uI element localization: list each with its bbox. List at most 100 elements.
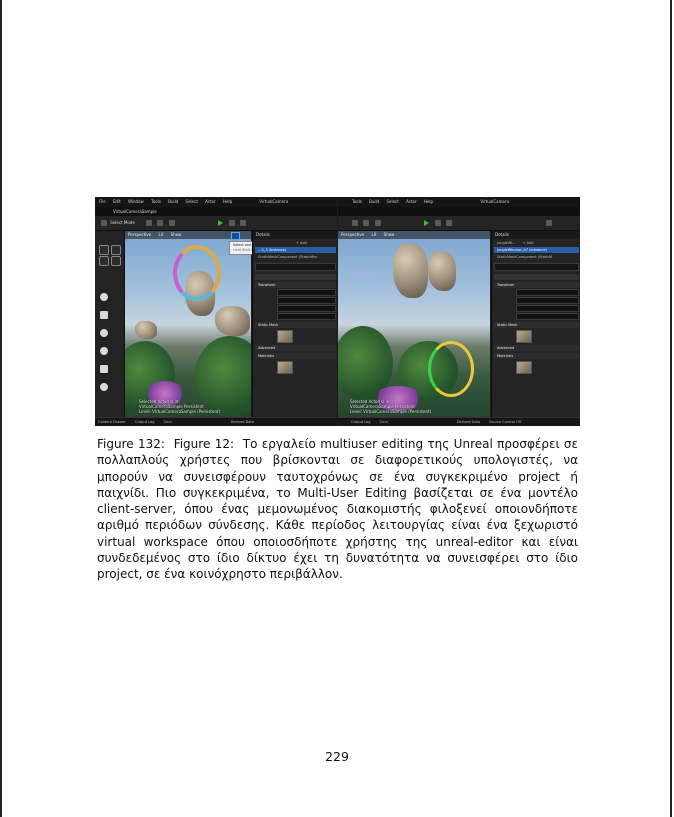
pause-icon[interactable]	[229, 220, 236, 226]
static-mesh-thumbnail[interactable]	[516, 330, 532, 343]
settings-icon[interactable]	[545, 220, 552, 226]
menu-select[interactable]: Select	[386, 199, 398, 204]
material-thumbnail[interactable]	[277, 361, 293, 374]
mobility-field[interactable]	[516, 313, 579, 320]
menu-build[interactable]: Build	[168, 199, 178, 204]
static-mesh-section[interactable]: Static Mesh	[494, 322, 579, 328]
cube-actor-icon[interactable]	[100, 311, 108, 319]
output-log-button[interactable]: Output Log	[351, 420, 371, 424]
select-mode-dropdown[interactable]: Select Mode	[110, 220, 135, 225]
details-search-input[interactable]	[494, 263, 579, 271]
snap-icon[interactable]	[146, 220, 153, 226]
details-filter-tabs[interactable]	[494, 274, 579, 280]
mode-shape-icon[interactable]	[99, 245, 109, 255]
scale-field[interactable]	[516, 305, 579, 312]
static-mesh-thumbnail[interactable]	[277, 330, 293, 343]
derived-data-button[interactable]: Derived Data	[457, 420, 480, 424]
cmd-button[interactable]: Cmd	[380, 420, 388, 424]
level-tab[interactable]	[338, 207, 580, 216]
menu-file[interactable]: File	[99, 199, 106, 204]
character-actor-icon[interactable]	[100, 329, 108, 337]
cmd-button[interactable]: Cmd	[164, 420, 172, 424]
save-icon[interactable]	[101, 220, 107, 226]
advanced-section[interactable]: Advanced	[494, 345, 579, 351]
menu-help[interactable]: Help	[223, 199, 232, 204]
add-component-button[interactable]: + Add	[293, 240, 336, 246]
stop-icon[interactable]	[446, 220, 453, 226]
menu-help[interactable]: Help	[424, 199, 433, 204]
details-title: Details	[492, 231, 580, 239]
menu-window[interactable]: Window	[128, 199, 144, 204]
perspective-button[interactable]: Perspective	[128, 232, 151, 237]
blueprint-icon[interactable]	[168, 220, 175, 226]
viewport-toolbar: Perspective Lit Show	[338, 231, 490, 239]
show-button[interactable]: Show	[384, 232, 395, 237]
translate-tool-icon[interactable]	[231, 232, 240, 240]
caption-label: Figure 132: Figure 12:	[97, 437, 243, 451]
menu-tools[interactable]: Tools	[151, 199, 161, 204]
sphere-actor-icon[interactable]	[100, 293, 108, 301]
editor-window-right: Tools Build Select Actor Help VirtualCam…	[338, 197, 580, 426]
add-content-icon[interactable]	[363, 220, 370, 226]
play-icon[interactable]	[217, 220, 223, 226]
mode-volume-icon[interactable]	[111, 256, 121, 266]
menu-select[interactable]: Select	[186, 199, 198, 204]
add-component-button[interactable]: + Add	[523, 241, 534, 245]
materials-section[interactable]: Materials	[494, 353, 579, 359]
rock-right-1	[393, 243, 428, 298]
mode-grid-icon[interactable]	[99, 256, 109, 266]
source-control-button[interactable]: Source Control Off	[489, 420, 521, 424]
mode-light-icon[interactable]	[111, 245, 121, 255]
show-button[interactable]: Show	[171, 232, 182, 237]
snap-icon[interactable]	[352, 220, 358, 226]
rotation-field[interactable]	[516, 297, 579, 304]
component-row[interactable]: StaticMeshComponent (StaticMes	[255, 254, 336, 260]
advanced-section[interactable]: Advanced	[255, 345, 336, 351]
selection-highlight[interactable]	[428, 341, 474, 397]
transform-section[interactable]: Transform	[494, 282, 579, 288]
component-row[interactable]: StaticMeshComponent (StaticM	[494, 254, 579, 260]
perspective-button[interactable]: Perspective	[341, 232, 364, 237]
output-log-button[interactable]: Output Log	[135, 420, 155, 424]
lit-button[interactable]: Lit	[371, 232, 376, 237]
scale-field[interactable]	[277, 305, 336, 312]
materials-section[interactable]: Materials	[255, 353, 336, 359]
level-tab[interactable]: VirtualCameraSample	[95, 207, 337, 216]
add-content-icon[interactable]	[157, 220, 164, 226]
light-actor-icon[interactable]	[100, 347, 108, 355]
static-mesh-section[interactable]: Static Mesh	[255, 322, 336, 328]
main-toolbar	[338, 216, 580, 231]
details-search-input[interactable]	[255, 263, 336, 271]
content-drawer-button[interactable]: Content Drawer	[98, 420, 126, 424]
menu-actor[interactable]: Actor	[205, 199, 216, 204]
mobility-field[interactable]	[277, 313, 336, 320]
rock-left-3	[135, 321, 157, 339]
details-title: Details	[253, 231, 337, 239]
menu-build[interactable]: Build	[369, 199, 379, 204]
location-field[interactable]	[277, 289, 336, 296]
menu-tools[interactable]: Tools	[352, 199, 362, 204]
transform-section[interactable]: Transform	[255, 282, 336, 288]
selected-actor-row[interactable]: JungleWindow_A7 (Instance)	[494, 247, 579, 253]
location-field[interactable]	[516, 289, 579, 296]
selected-actor-row[interactable]: ...3_3 (Instance)	[255, 247, 336, 253]
rotation-field[interactable]	[277, 297, 336, 304]
volume-actor-icon[interactable]	[100, 383, 108, 391]
details-filter-tabs[interactable]	[255, 274, 336, 280]
derived-data-button[interactable]: Derived Data	[231, 420, 254, 424]
level-viewport-right[interactable]: Perspective Lit Show Computer A Selected…	[338, 231, 490, 418]
viewport-toolbar: Perspective Lit Show	[125, 231, 251, 240]
play-icon[interactable]	[423, 220, 429, 226]
gizmo-ring[interactable]	[173, 245, 221, 301]
blueprint-icon[interactable]	[374, 220, 381, 226]
stop-icon[interactable]	[240, 220, 247, 226]
camera-actor-icon[interactable]	[100, 365, 108, 373]
caption-text: Το εργαλείο multiuser editing της Unreal…	[97, 437, 578, 582]
menu-actor[interactable]: Actor	[406, 199, 417, 204]
menu-edit[interactable]: Edit	[113, 199, 121, 204]
lit-button[interactable]: Lit	[158, 232, 163, 237]
pause-icon[interactable]	[435, 220, 442, 226]
material-thumbnail[interactable]	[516, 361, 532, 374]
window-title: VirtualCamera	[259, 199, 289, 204]
level-viewport-left[interactable]: Perspective Lit Show Selected Actor(s) i…	[125, 231, 251, 418]
